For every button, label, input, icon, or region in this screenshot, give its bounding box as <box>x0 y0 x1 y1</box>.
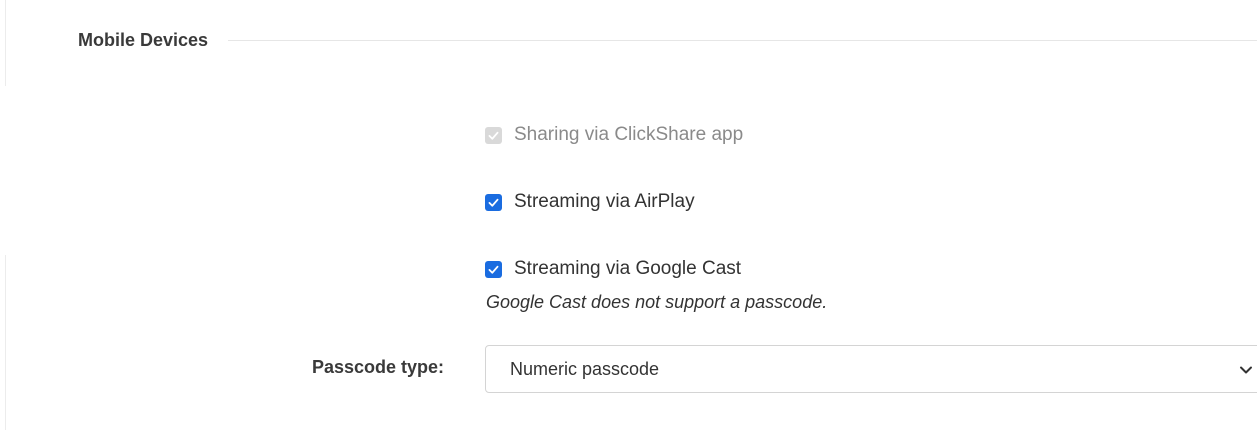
left-border-bottom <box>5 255 6 430</box>
passcode-type-label: Passcode type: <box>312 357 445 377</box>
google-cast-option[interactable]: Streaming via Google Cast <box>485 258 741 280</box>
clickshare-app-option: Sharing via ClickShare app <box>485 124 743 146</box>
chevron-down-icon[interactable] <box>1239 363 1253 377</box>
clickshare-app-checkbox <box>485 126 502 144</box>
section-divider <box>228 40 1257 41</box>
google-cast-label[interactable]: Streaming via Google Cast <box>514 258 741 280</box>
google-cast-checkbox[interactable] <box>485 260 502 278</box>
passcode-type-select[interactable]: Numeric passcode <box>485 345 1257 393</box>
checkmark-icon <box>488 265 499 274</box>
google-cast-note: Google Cast does not support a passcode. <box>486 292 828 312</box>
mobile-devices-settings: Mobile Devices Sharing via ClickShare ap… <box>0 0 1257 430</box>
left-border-top <box>5 0 6 86</box>
section-title: Mobile Devices <box>78 30 209 50</box>
airplay-option[interactable]: Streaming via AirPlay <box>485 191 695 213</box>
passcode-type-value[interactable]: Numeric passcode <box>510 359 659 380</box>
airplay-checkbox[interactable] <box>485 193 502 211</box>
checkmark-icon <box>488 198 499 207</box>
section-header: Mobile Devices <box>78 30 1257 51</box>
checkmark-icon <box>488 131 499 140</box>
airplay-label[interactable]: Streaming via AirPlay <box>514 191 695 213</box>
clickshare-app-label: Sharing via ClickShare app <box>514 124 744 145</box>
